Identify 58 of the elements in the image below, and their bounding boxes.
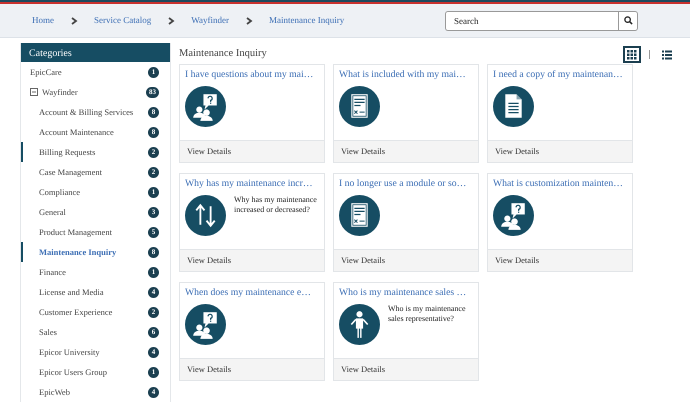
form-icon bbox=[339, 86, 380, 127]
search-field[interactable]: Search bbox=[445, 10, 618, 30]
card-title-link[interactable]: Why has my maintenance incr… bbox=[185, 178, 319, 191]
item-label: Customer Experience bbox=[39, 306, 112, 318]
item-label: Epicor University bbox=[39, 346, 100, 358]
item-label: Maintenance Inquiry bbox=[39, 246, 116, 258]
view-details-link[interactable]: View Details bbox=[341, 363, 386, 376]
chevron-icon bbox=[167, 16, 176, 24]
item-label: Case Management bbox=[39, 166, 102, 178]
people-question-icon bbox=[185, 304, 226, 345]
item-label: Sales bbox=[39, 326, 57, 338]
view-details-link[interactable]: View Details bbox=[187, 254, 232, 267]
item-label: Account & Billing Services bbox=[39, 106, 134, 118]
form-icon bbox=[339, 194, 380, 236]
item-label: Billing Requests bbox=[39, 146, 96, 158]
item-label: Epicor Users Group bbox=[39, 366, 107, 378]
card-title-link[interactable]: Who is my maintenance sales … bbox=[339, 287, 473, 300]
view-details-link[interactable]: View Details bbox=[341, 254, 386, 267]
grid-icon bbox=[627, 50, 637, 60]
grid-view-button[interactable] bbox=[623, 46, 641, 63]
breadcrumb-link[interactable]: Service Catalog bbox=[94, 14, 152, 28]
card-title-link[interactable]: I no longer use a module or so… bbox=[339, 178, 473, 191]
people-question-icon bbox=[185, 86, 226, 127]
item-label: EpicCare bbox=[30, 66, 62, 78]
section-title: Maintenance Inquiry bbox=[179, 47, 267, 61]
card-title-link[interactable]: I need a copy of my maintenan… bbox=[493, 69, 627, 82]
chevron-icon bbox=[70, 16, 78, 24]
item-label: Compliance bbox=[39, 186, 80, 198]
chevron-icon bbox=[245, 16, 253, 24]
search-icon bbox=[624, 16, 632, 25]
item-label: General bbox=[39, 206, 66, 218]
card-title-link[interactable]: When does my maintenance e… bbox=[185, 287, 319, 300]
card-description: Why has my maintenance increased or decreased? bbox=[234, 194, 318, 216]
people-question-icon bbox=[493, 194, 534, 236]
breadcrumb-link[interactable]: Maintenance Inquiry bbox=[269, 14, 344, 28]
person-icon bbox=[339, 304, 380, 345]
card-title-link[interactable]: I have questions about my mai… bbox=[185, 69, 319, 82]
view-details-link[interactable]: View Details bbox=[187, 363, 232, 376]
sidebar-title: Categories bbox=[21, 43, 170, 62]
view-details-link[interactable]: View Details bbox=[495, 145, 540, 158]
item-label: License and Media bbox=[39, 286, 104, 298]
item-label: Finance bbox=[39, 266, 66, 278]
list-icon bbox=[662, 50, 672, 60]
search-button[interactable] bbox=[618, 10, 638, 30]
breadcrumb-link[interactable]: Wayfinder bbox=[191, 14, 229, 28]
card-title-link[interactable]: What is included with my mai… bbox=[339, 69, 473, 82]
up-down-arrows-icon bbox=[185, 194, 226, 236]
view-details-link[interactable]: View Details bbox=[495, 254, 540, 267]
card-description: Who is my maintenance sales representative? bbox=[388, 304, 467, 326]
item-label: Wayfinder bbox=[42, 86, 78, 98]
item-label: Product Management bbox=[39, 226, 112, 238]
view-details-link[interactable]: View Details bbox=[187, 145, 232, 158]
document-icon bbox=[493, 86, 534, 127]
breadcrumb-link[interactable]: Home bbox=[32, 14, 54, 28]
card-title-link[interactable]: What is customization mainten… bbox=[493, 178, 627, 191]
view-details-link[interactable]: View Details bbox=[341, 145, 386, 158]
item-label: EpicWeb bbox=[39, 386, 70, 398]
item-label: Account Maintenance bbox=[39, 126, 114, 138]
